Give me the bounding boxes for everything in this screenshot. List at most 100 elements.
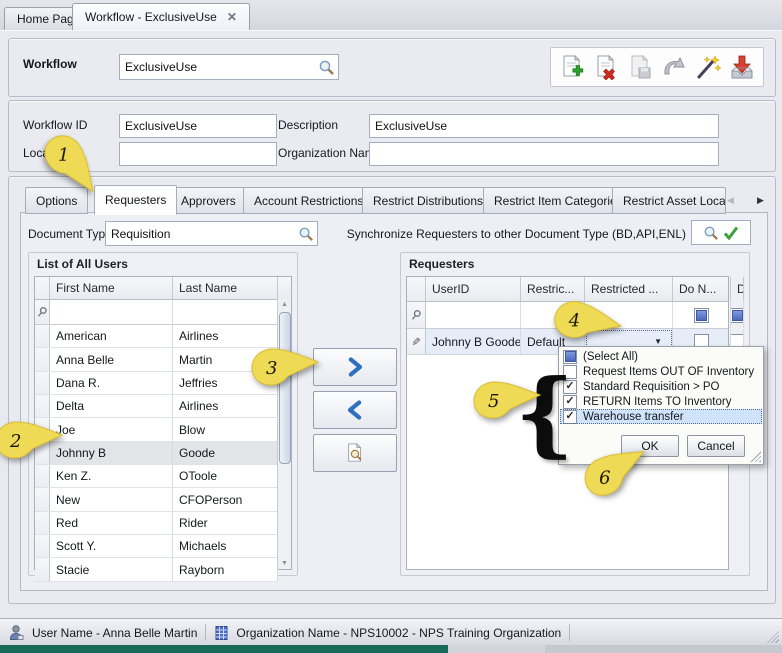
tab-approvers[interactable]: Approvers	[170, 187, 247, 214]
column-header-restric[interactable]: Restric...	[521, 277, 585, 301]
restriction-dropdown-popup: (Select All) Request Items OUT OF Invent…	[558, 346, 764, 465]
tab-workflow-label: Workflow - ExclusiveUse	[85, 10, 217, 24]
table-row[interactable]: DeltaAirlines	[35, 395, 278, 418]
status-bar: User Name - Anna Belle Martin Organizati…	[0, 618, 782, 646]
workflow-id-input[interactable]	[123, 119, 273, 133]
organization-name-input[interactable]	[373, 147, 715, 161]
application-window: Home Page Workflow - ExclusiveUse ✕ Work…	[0, 0, 782, 653]
organization-name-input-box	[369, 142, 719, 166]
users-group-title: List of All Users	[37, 257, 128, 271]
table-row[interactable]: Ken Z.OToole	[35, 465, 278, 488]
table-row-selected[interactable]: Johnny BGoode	[35, 442, 278, 465]
wizard-icon[interactable]	[694, 53, 722, 81]
svg-text:6: 6	[599, 468, 610, 489]
taskbar-light-segment	[448, 645, 545, 653]
workflow-id-input-box	[119, 114, 277, 138]
status-organization: Organization Name - NPS10002 - NPS Train…	[236, 626, 561, 640]
tab-requesters[interactable]: Requesters	[94, 185, 177, 215]
document-search-icon	[345, 443, 365, 463]
remove-requester-button[interactable]	[313, 391, 397, 429]
column-header-first-name[interactable]: First Name	[50, 277, 173, 299]
preview-button[interactable]	[313, 434, 397, 472]
workflow-toolbar	[550, 47, 764, 87]
users-grid-body: AmericanAirlines Anna BelleMartin Dana R…	[35, 325, 278, 582]
organization-name-label: Organization Name	[278, 146, 381, 160]
location-input[interactable]	[123, 147, 273, 161]
workflow-search-input[interactable]	[123, 60, 318, 74]
requester-userid-cell[interactable]: Johnny B Goode	[426, 329, 521, 354]
tab-workflow-exclusiveuse[interactable]: Workflow - ExclusiveUse ✕	[72, 3, 250, 30]
cancel-button[interactable]: Cancel	[687, 435, 745, 457]
search-icon[interactable]	[318, 59, 335, 76]
save-document-icon[interactable]	[626, 53, 654, 81]
tab-scroll-right-icon[interactable]: ▶	[753, 191, 768, 209]
table-row[interactable]: JoeBlow	[35, 418, 278, 441]
table-row[interactable]: Anna BelleMartin	[35, 348, 278, 371]
svg-text:2: 2	[9, 431, 21, 452]
synchronize-label: Synchronize Requesters to other Document…	[340, 227, 686, 241]
dropdown-item-warehouse-transfer[interactable]: ✓ Warehouse transfer	[560, 409, 762, 424]
table-row[interactable]: RedRider	[35, 512, 278, 535]
workflow-search-input-box	[119, 54, 339, 80]
svg-text:3: 3	[266, 358, 277, 379]
column-header-userid[interactable]: UserID	[426, 277, 521, 301]
table-row[interactable]: StacieRayborn	[35, 558, 278, 581]
add-requester-button[interactable]	[313, 348, 397, 386]
window-tab-bar: Home Page Workflow - ExclusiveUse ✕	[0, 0, 782, 31]
svg-text:4: 4	[568, 310, 580, 331]
dropdown-item-select-all[interactable]: (Select All)	[560, 349, 762, 364]
description-input[interactable]	[373, 119, 715, 133]
edit-pencil-icon: ✎	[410, 337, 423, 346]
dropdown-arrow-icon[interactable]: ▼	[654, 337, 662, 346]
column-header-disabled[interactable]: Disabl...	[731, 277, 744, 301]
undo-icon[interactable]	[660, 53, 688, 81]
filter-checkbox-do-not[interactable]	[694, 308, 709, 323]
synchronize-button[interactable]	[691, 220, 751, 245]
status-separator	[205, 624, 206, 641]
column-header-last-name[interactable]: Last Name	[173, 277, 278, 299]
bottom-edge-strip	[0, 645, 782, 653]
table-row[interactable]: AmericanAirlines	[35, 325, 278, 348]
table-row[interactable]: Scott Y.Michaels	[35, 535, 278, 558]
close-tab-icon[interactable]: ✕	[227, 10, 237, 24]
synchronize-apply-check-icon	[723, 225, 739, 241]
workflow-search-panel: Workflow	[8, 38, 776, 97]
document-type-input[interactable]	[109, 227, 298, 241]
taskbar-gray-segment	[545, 645, 782, 653]
dropdown-item-request-out[interactable]: Request Items OUT OF Inventory	[560, 364, 762, 379]
users-grid-filter-row[interactable]	[35, 300, 278, 325]
users-grid-scrollbar[interactable]: ▲ ▼	[277, 299, 291, 569]
scroll-up-icon[interactable]: ▲	[278, 301, 291, 308]
scroll-down-icon[interactable]: ▼	[278, 560, 291, 567]
import-icon[interactable]	[728, 53, 756, 81]
tab-restrict-asset-location[interactable]: Restrict Asset Location	[612, 187, 726, 214]
table-row[interactable]: NewCFOPerson	[35, 488, 278, 511]
status-separator	[569, 624, 570, 641]
column-header-do-not[interactable]: Do N...	[673, 277, 731, 301]
dropdown-item-return-to-inventory[interactable]: ✓ RETURN Items TO Inventory	[560, 394, 762, 409]
tab-home-page-label: Home Page	[17, 12, 80, 26]
organization-icon	[214, 625, 229, 641]
document-type-input-box	[105, 221, 318, 246]
user-icon	[8, 624, 25, 641]
delete-document-icon[interactable]	[592, 53, 620, 81]
popup-resize-grip[interactable]	[750, 451, 761, 462]
new-document-icon[interactable]	[558, 53, 586, 81]
description-label: Description	[278, 118, 338, 132]
window-resize-grip[interactable]	[767, 631, 779, 643]
svg-text:5: 5	[488, 391, 499, 412]
table-row[interactable]: Dana R.Jeffries	[35, 372, 278, 395]
filter-pin-icon	[408, 307, 423, 323]
tab-restrict-distributions[interactable]: Restrict Distributions	[362, 187, 494, 214]
description-input-box	[369, 114, 719, 138]
tab-account-restrictions[interactable]: Account Restrictions	[243, 187, 374, 214]
taskbar-teal-segment	[0, 645, 448, 653]
column-header-restricted[interactable]: Restricted ...	[585, 277, 673, 301]
dropdown-item-standard-requisition[interactable]: ✓ Standard Requisition > PO	[560, 379, 762, 394]
document-type-search-icon[interactable]	[298, 226, 314, 242]
location-input-box	[119, 142, 277, 166]
callout-3: 3	[250, 347, 322, 391]
chevron-right-icon	[345, 357, 365, 377]
filter-checkbox-disabled[interactable]	[731, 308, 744, 323]
users-grid-header: First Name Last Name	[35, 277, 291, 300]
